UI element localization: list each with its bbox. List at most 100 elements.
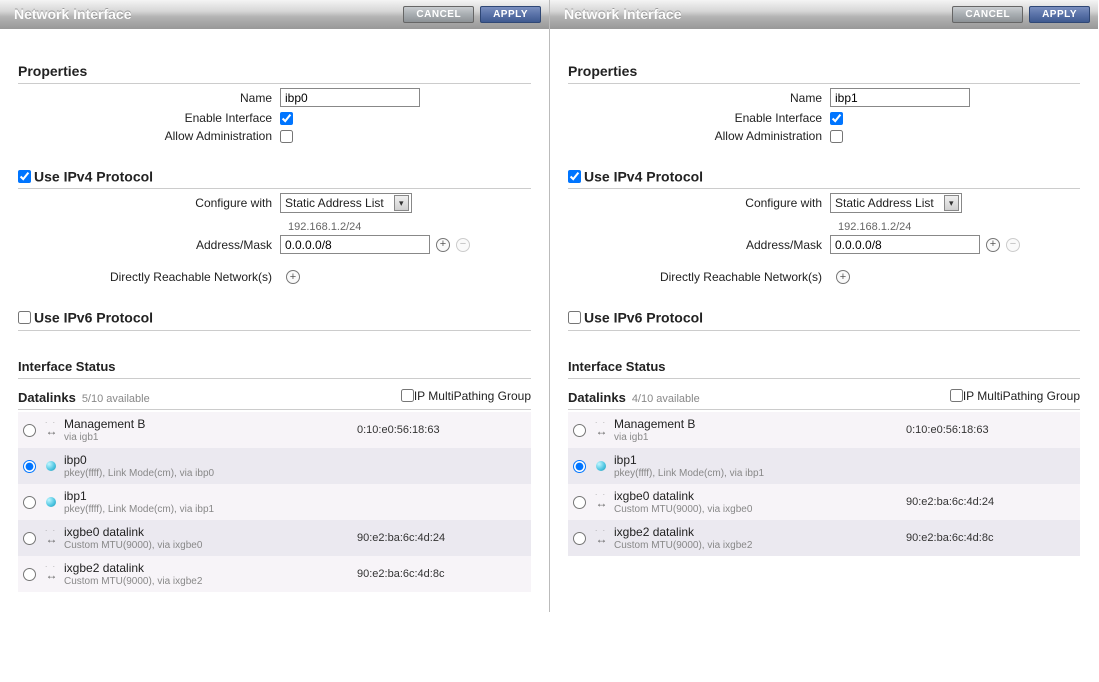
datalink-radio[interactable] — [573, 424, 586, 437]
datalink-name: ibp1 — [614, 453, 906, 467]
allow-administration-checkbox[interactable] — [830, 130, 843, 143]
datalink-row[interactable]: · ·Management Bvia igb10:10:e0:56:18:63 — [18, 412, 531, 448]
configure-with-select[interactable]: Static Address List — [830, 193, 962, 213]
datalink-row[interactable]: · ·ixgbe2 datalinkCustom MTU(9000), via … — [568, 520, 1080, 556]
datalink-desc: pkey(ffff), Link Mode(cm), via ibp1 — [64, 504, 357, 515]
datalink-name: ixgbe0 datalink — [614, 489, 906, 503]
datalinks-title: Datalinks — [568, 390, 626, 405]
use-ipv6-label: Use IPv6 Protocol — [34, 310, 153, 326]
datalink-name: ixgbe0 datalink — [64, 525, 357, 539]
dialog-header: Network Interface CANCEL APPLY — [0, 0, 549, 29]
enable-interface-label: Enable Interface — [568, 111, 830, 125]
name-input[interactable] — [830, 88, 970, 107]
allow-administration-checkbox[interactable] — [280, 130, 293, 143]
name-label: Name — [568, 91, 830, 105]
dialog-body: PropertiesNameEnable InterfaceAllow Admi… — [0, 29, 549, 612]
datalink-radio[interactable] — [23, 532, 36, 545]
datalink-row[interactable]: · ·ixgbe2 datalinkCustom MTU(9000), via … — [18, 556, 531, 592]
address-mask-label: Address/Mask — [18, 238, 280, 252]
use-ipv4-label: Use IPv4 Protocol — [34, 168, 153, 184]
datalink-row[interactable]: ibp0pkey(ffff), Link Mode(cm), via ibp0 — [18, 448, 531, 484]
remove-address-icon[interactable]: − — [1006, 238, 1020, 252]
datalink-name: Management B — [614, 417, 906, 431]
add-address-icon[interactable]: + — [436, 238, 450, 252]
section-interface-status: Interface Status — [18, 335, 531, 379]
datalink-row[interactable]: · ·ixgbe0 datalinkCustom MTU(9000), via … — [568, 484, 1080, 520]
apply-button[interactable]: APPLY — [1029, 6, 1090, 23]
add-drn-icon[interactable]: + — [836, 270, 850, 284]
datalink-desc: pkey(ffff), Link Mode(cm), via ibp0 — [64, 468, 357, 479]
datalink-row[interactable]: ibp1pkey(ffff), Link Mode(cm), via ibp1 — [568, 448, 1080, 484]
use-ipv4-checkbox[interactable] — [18, 170, 31, 183]
network-icon: · · — [592, 495, 610, 510]
datalink-mac: 90:e2:ba:6c:4d:24 — [906, 496, 1076, 508]
datalink-name: ibp0 — [64, 453, 357, 467]
chevron-down-icon — [394, 195, 409, 211]
network-icon: · · — [42, 423, 60, 438]
network-icon: · · — [592, 423, 610, 438]
drn-label: Directly Reachable Network(s) — [568, 270, 830, 284]
datalinks-header: Datalinks5/10 availableIP MultiPathing G… — [18, 389, 531, 411]
partition-icon — [46, 497, 56, 507]
section-ipv4: Use IPv4 Protocol — [18, 147, 531, 189]
name-input[interactable] — [280, 88, 420, 107]
network-interface-panel: Network InterfaceCANCELAPPLYPropertiesNa… — [549, 0, 1098, 612]
network-icon: · · — [592, 531, 610, 546]
datalink-radio[interactable] — [573, 496, 586, 509]
datalink-mac: 0:10:e0:56:18:63 — [906, 424, 1076, 436]
datalink-radio[interactable] — [23, 424, 36, 437]
ip-multipathing-checkbox[interactable] — [950, 389, 963, 402]
address-mask-label: Address/Mask — [568, 238, 830, 252]
datalink-mac: 90:e2:ba:6c:4d:8c — [906, 532, 1076, 544]
enable-interface-checkbox[interactable] — [830, 112, 843, 125]
datalink-radio[interactable] — [23, 496, 36, 509]
enable-interface-checkbox[interactable] — [280, 112, 293, 125]
partition-icon — [46, 461, 56, 471]
datalink-mac: 90:e2:ba:6c:4d:8c — [357, 568, 527, 580]
partition-icon — [596, 461, 606, 471]
allow-administration-label: Allow Administration — [568, 129, 830, 143]
dialog-title: Network Interface — [14, 6, 397, 22]
datalinks-header: Datalinks4/10 availableIP MultiPathing G… — [568, 389, 1080, 411]
remove-address-icon[interactable]: − — [456, 238, 470, 252]
datalink-desc: via igb1 — [614, 432, 906, 443]
ip-multipathing-checkbox[interactable] — [401, 389, 414, 402]
dialog-body: Properties Name Enable Interface Allow Admi… — [550, 29, 1098, 576]
datalink-desc: Custom MTU(9000), via ixgbe0 — [64, 540, 357, 551]
section-properties: Properties — [18, 43, 531, 84]
datalink-radio[interactable] — [23, 568, 36, 581]
configure-with-label: Configure with — [18, 196, 280, 210]
network-icon: · · — [42, 531, 60, 546]
cancel-button[interactable]: CANCEL — [403, 6, 474, 23]
ip-multipathing-label: IP MultiPathing Group — [414, 389, 531, 403]
add-address-icon[interactable]: + — [986, 238, 1000, 252]
use-ipv4-label: Use IPv4 Protocol — [584, 168, 703, 184]
apply-button[interactable]: APPLY — [480, 6, 541, 23]
allow-administration-label: Allow Administration — [18, 129, 280, 143]
use-ipv4-checkbox[interactable] — [568, 170, 581, 183]
address-mask-input[interactable] — [280, 235, 430, 254]
datalink-mac: 90:e2:ba:6c:4d:24 — [357, 532, 527, 544]
use-ipv6-checkbox[interactable] — [568, 311, 581, 324]
configure-with-select[interactable]: Static Address List — [280, 193, 412, 213]
address-mask-input[interactable] — [830, 235, 980, 254]
datalink-row[interactable]: · · ixgbe0 datalinkCustom MTU(9000), via … — [18, 520, 531, 556]
add-drn-icon[interactable]: + — [286, 270, 300, 284]
enable-interface-label: Enable Interface — [18, 111, 280, 125]
datalink-desc: Custom MTU(9000), via ixgbe2 — [64, 576, 357, 587]
datalink-name: ixgbe2 datalink — [614, 525, 906, 539]
datalink-mac: 0:10:e0:56:18:63 — [357, 424, 527, 436]
datalink-name: ixgbe2 datalink — [64, 561, 357, 575]
datalink-radio[interactable] — [23, 460, 36, 473]
section-properties: Properties — [568, 43, 1080, 84]
datalinks-available: 4/10 available — [632, 393, 950, 405]
cancel-button[interactable]: CANCEL — [952, 6, 1023, 23]
section-ipv4: Use IPv4 Protocol — [568, 147, 1080, 189]
use-ipv6-checkbox[interactable] — [18, 311, 31, 324]
datalink-row[interactable]: · · Management Bvia igb10:10:e0:56:18:63 — [568, 412, 1080, 448]
datalink-row[interactable]: ibp1pkey(ffff), Link Mode(cm), via ibp1 — [18, 484, 531, 520]
configure-with-value: Static Address List — [283, 196, 390, 210]
datalink-name: Management B — [64, 417, 357, 431]
datalink-radio[interactable] — [573, 532, 586, 545]
datalink-radio[interactable] — [573, 460, 586, 473]
